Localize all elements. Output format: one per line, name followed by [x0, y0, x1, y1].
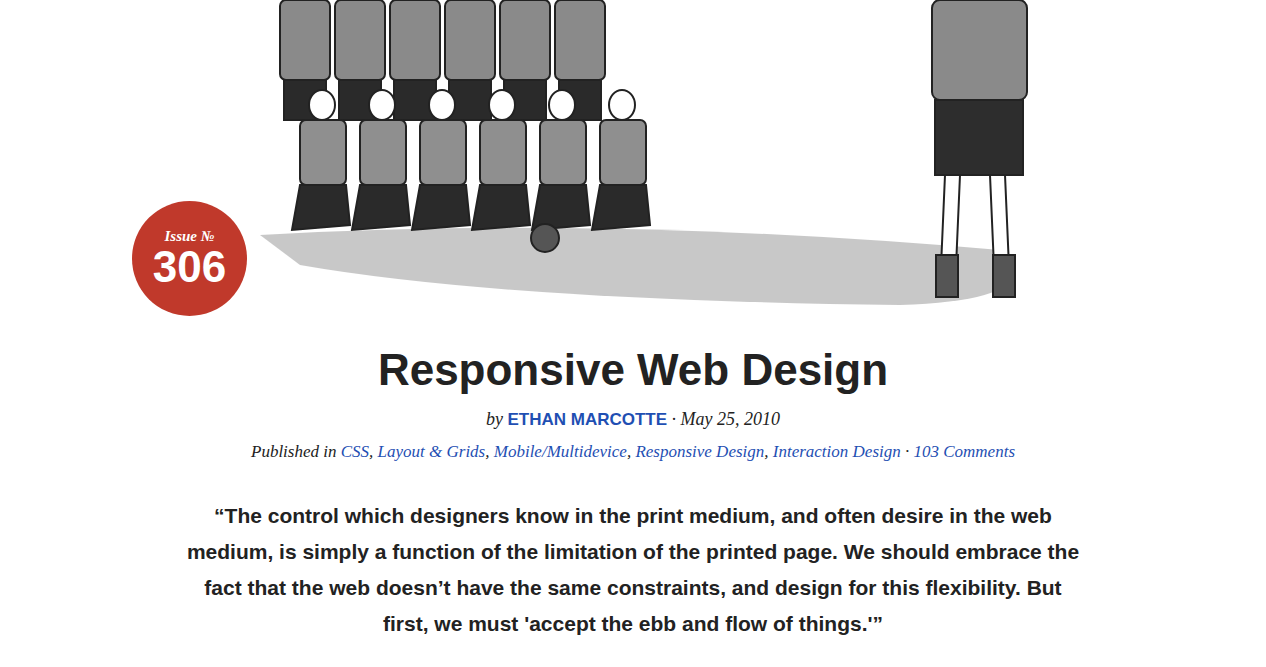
- category-link[interactable]: Interaction Design: [773, 442, 901, 461]
- category-link[interactable]: Responsive Design: [635, 442, 764, 461]
- header-art: Issue №306: [0, 0, 1266, 320]
- category-link[interactable]: Layout & Grids: [378, 442, 486, 461]
- article-title: Responsive Web Design: [0, 344, 1266, 396]
- pull-quote: “The control which designers know in the…: [183, 498, 1083, 642]
- issue-badge: Issue №306: [132, 201, 247, 316]
- issue-number: 306: [153, 244, 226, 290]
- author-link[interactable]: ETHAN MARCOTTE: [507, 410, 667, 429]
- issue-label: Issue №: [165, 228, 215, 244]
- comments-link[interactable]: 103 Comments: [913, 442, 1015, 461]
- published-line: Published in CSS, Layout & Grids, Mobile…: [0, 440, 1266, 464]
- page: Issue №306 Responsive Web Design by ETHAN …: [0, 0, 1266, 667]
- category-link[interactable]: CSS: [341, 442, 369, 461]
- category-link[interactable]: Mobile/Multidevice: [494, 442, 627, 461]
- byline: by ETHAN MARCOTTE · May 25, 2010: [0, 407, 1266, 432]
